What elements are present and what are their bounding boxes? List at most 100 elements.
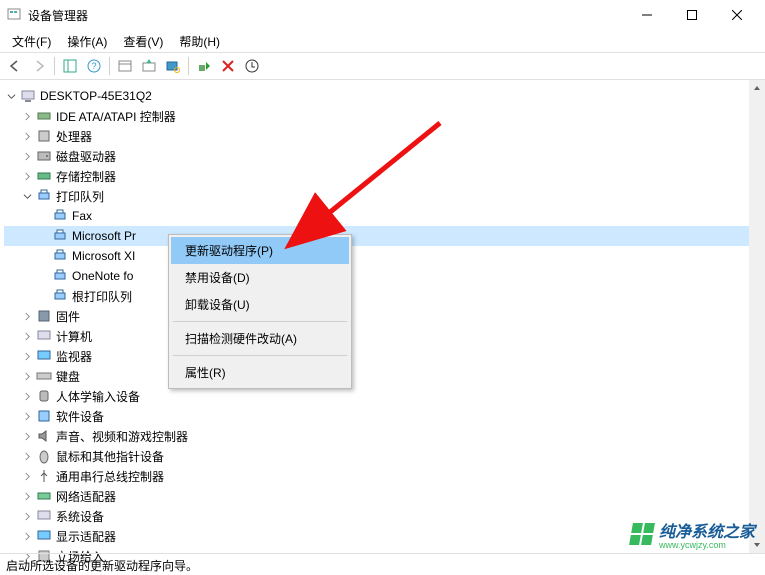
watermark: 纯净系统之家 www.ycwjzy.com — [631, 518, 755, 550]
enable-button[interactable] — [193, 55, 215, 77]
menubar: 文件(F) 操作(A) 查看(V) 帮助(H) — [0, 30, 765, 52]
tree-category[interactable]: 人体学输入设备 — [4, 386, 761, 406]
chevron-right-icon[interactable] — [20, 169, 34, 183]
disable-button[interactable] — [241, 55, 263, 77]
chevron-right-icon[interactable] — [20, 109, 34, 123]
chevron-right-icon[interactable] — [20, 469, 34, 483]
chevron-right-icon[interactable] — [20, 329, 34, 343]
ctx-properties[interactable]: 属性(R) — [171, 359, 349, 386]
printer-label: Microsoft Pr — [72, 229, 136, 243]
computer-icon — [36, 328, 52, 344]
menu-view[interactable]: 查看(V) — [115, 31, 171, 52]
category-label: 软件设备 — [56, 408, 104, 425]
tree-category[interactable]: 网络适配器 — [4, 486, 761, 506]
tree-category[interactable]: 存储控制器 — [4, 166, 761, 186]
chevron-right-icon[interactable] — [20, 489, 34, 503]
tree-category[interactable]: 磁盘驱动器 — [4, 146, 761, 166]
menu-file[interactable]: 文件(F) — [4, 31, 59, 52]
ctx-update-driver[interactable]: 更新驱动程序(P) — [171, 237, 349, 264]
app-icon — [6, 7, 22, 23]
root-label: DESKTOP-45E31Q2 — [40, 89, 152, 103]
properties-button[interactable] — [114, 55, 136, 77]
minimize-button[interactable] — [624, 0, 669, 30]
update-driver-button[interactable] — [138, 55, 160, 77]
tree-category[interactable]: 通用串行总线控制器 — [4, 466, 761, 486]
category-label: 计算机 — [56, 328, 92, 345]
chevron-right-icon[interactable] — [20, 429, 34, 443]
printer-label: Microsoft XI — [72, 249, 135, 263]
watermark-text: 纯净系统之家 — [659, 518, 755, 542]
category-label: 显示适配器 — [56, 528, 116, 545]
category-label: 鼠标和其他指针设备 — [56, 448, 164, 465]
tree-category[interactable]: 计算机 — [4, 326, 761, 346]
category-label: 人体学输入设备 — [56, 388, 140, 405]
category-label: 处理器 — [56, 128, 92, 145]
usb-icon — [36, 468, 52, 484]
menu-help[interactable]: 帮助(H) — [171, 31, 228, 52]
tree-category[interactable]: 监视器 — [4, 346, 761, 366]
chevron-right-icon[interactable] — [20, 449, 34, 463]
keyboard-icon — [36, 368, 52, 384]
category-label: 磁盘驱动器 — [56, 148, 116, 165]
tree-category[interactable]: 鼠标和其他指针设备 — [4, 446, 761, 466]
tree-category[interactable]: IDE ATA/ATAPI 控制器 — [4, 106, 761, 126]
ctx-scan-hardware[interactable]: 扫描检测硬件改动(A) — [171, 325, 349, 352]
chevron-down-icon[interactable] — [4, 89, 18, 103]
chevron-right-icon[interactable] — [20, 509, 34, 523]
tree-category[interactable]: 软件设备 — [4, 406, 761, 426]
chevron-right-icon[interactable] — [20, 309, 34, 323]
printer-item[interactable]: Fax — [4, 206, 761, 226]
category-label: 系统设备 — [56, 508, 104, 525]
separator — [54, 57, 55, 75]
category-label: 网络适配器 — [56, 488, 116, 505]
chevron-right-icon[interactable] — [20, 149, 34, 163]
mouse-icon — [36, 448, 52, 464]
chevron-right-icon[interactable] — [20, 369, 34, 383]
vertical-scrollbar[interactable] — [749, 80, 765, 553]
tree-category[interactable]: 键盘 — [4, 366, 761, 386]
printer-item[interactable]: 根打印队列 — [4, 286, 761, 306]
scroll-up-button[interactable] — [749, 80, 765, 96]
chevron-right-icon[interactable] — [20, 409, 34, 423]
chevron-right-icon[interactable] — [20, 529, 34, 543]
firmware-icon — [36, 308, 52, 324]
printer-item[interactable]: Microsoft XI — [4, 246, 761, 266]
watermark-logo-icon — [629, 523, 655, 545]
tree-category[interactable]: 处理器 — [4, 126, 761, 146]
display-icon — [36, 528, 52, 544]
chevron-down-icon[interactable] — [20, 189, 34, 203]
separator — [173, 321, 347, 322]
tree-root[interactable]: DESKTOP-45E31Q2 — [4, 86, 761, 106]
printer-item[interactable]: OneNote fo — [4, 266, 761, 286]
storage-icon — [36, 168, 52, 184]
help-button[interactable]: ? — [83, 55, 105, 77]
forward-button[interactable] — [28, 55, 50, 77]
printer-icon — [52, 288, 68, 304]
ctx-uninstall-device[interactable]: 卸载设备(U) — [171, 291, 349, 318]
device-tree[interactable]: DESKTOP-45E31Q2 IDE ATA/ATAPI 控制器 处理器 磁盘… — [0, 80, 765, 572]
scan-hardware-button[interactable] — [162, 55, 184, 77]
audio-icon — [36, 428, 52, 444]
network-icon — [36, 488, 52, 504]
ctx-disable-device[interactable]: 禁用设备(D) — [171, 264, 349, 291]
tree-category[interactable]: 声音、视频和游戏控制器 — [4, 426, 761, 446]
chevron-right-icon[interactable] — [20, 349, 34, 363]
tree-category[interactable]: 固件 — [4, 306, 761, 326]
uninstall-button[interactable] — [217, 55, 239, 77]
context-menu: 更新驱动程序(P) 禁用设备(D) 卸载设备(U) 扫描检测硬件改动(A) 属性… — [168, 234, 352, 389]
menu-action[interactable]: 操作(A) — [59, 31, 115, 52]
show-hide-tree-button[interactable] — [59, 55, 81, 77]
printer-item-selected[interactable]: Microsoft Pr — [4, 226, 761, 246]
printer-icon — [36, 188, 52, 204]
close-button[interactable] — [714, 0, 759, 30]
separator — [173, 355, 347, 356]
printer-label: Fax — [72, 209, 92, 223]
category-label: 打印队列 — [56, 188, 104, 205]
chevron-right-icon[interactable] — [20, 389, 34, 403]
tree-category-printers[interactable]: 打印队列 — [4, 186, 761, 206]
category-label: 存储控制器 — [56, 168, 116, 185]
chevron-right-icon[interactable] — [20, 129, 34, 143]
back-button[interactable] — [4, 55, 26, 77]
printer-icon — [52, 228, 68, 244]
maximize-button[interactable] — [669, 0, 714, 30]
